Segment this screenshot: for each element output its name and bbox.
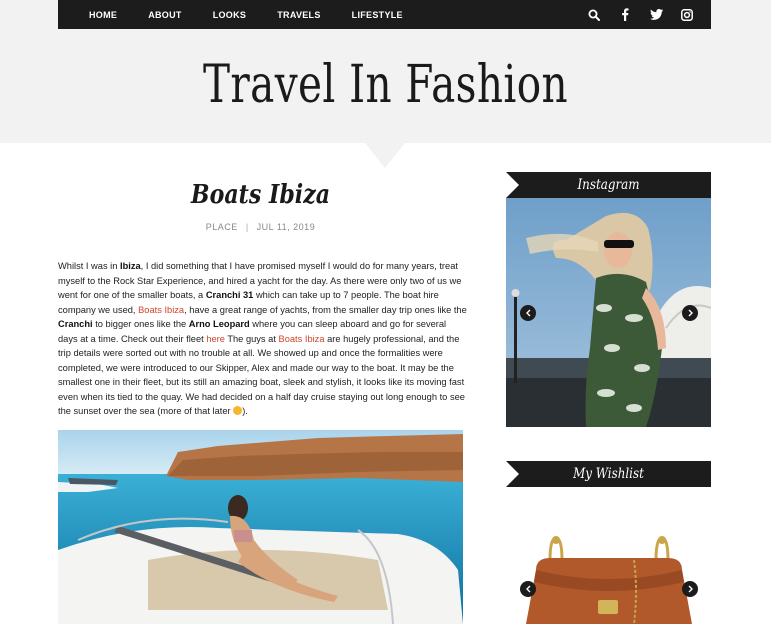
body-text: to bigger ones like the [92,319,189,330]
wishlist-widget-header: My Wishlist [506,461,711,487]
link-here[interactable]: here [206,334,225,344]
nav-travels[interactable]: TRAVELS [277,10,320,20]
link-boats-ibiza[interactable]: Boats Ibiza [138,305,184,315]
body-text: The guys at [224,333,279,344]
link-boats-ibiza[interactable]: Boats Ibiza [279,334,325,344]
facebook-icon[interactable] [618,8,632,22]
instagram-next-button[interactable] [682,305,698,321]
twitter-icon[interactable] [649,8,663,22]
top-nav: HOME ABOUT LOOKS TRAVELS LIFESTYLE [58,0,711,29]
chevron-left-icon [525,309,530,317]
wishlist-next-button[interactable] [682,581,698,597]
site-title[interactable]: Travel In Fashion [85,50,686,120]
nav-looks[interactable]: LOOKS [213,10,247,20]
wishlist-prev-button[interactable] [520,581,536,597]
body-bold-cranchi31: Cranchi 31 [205,290,254,301]
header-notch [365,143,405,168]
instagram-widget-header: Instagram [506,172,711,198]
post-paragraph: Whilst I was in Ibiza, I did something t… [58,259,468,419]
nav-social-icons [587,0,694,29]
search-icon[interactable] [587,8,601,22]
instagram-icon[interactable] [680,8,694,22]
nav-home[interactable]: HOME [89,10,117,20]
ribbon-notch [506,461,519,487]
post-date: JUL 11, 2019 [256,222,316,232]
body-text: , have a great range of yachts, from the… [184,304,467,315]
nav-lifestyle[interactable]: LIFESTYLE [352,10,403,20]
chevron-right-icon [688,309,693,317]
body-bold-arno-leopard: Arno Leopard [188,319,250,330]
body-text: ). [242,406,248,417]
body-text: are hugely professional, and the trip de… [58,333,465,417]
boat-photo[interactable] [58,430,463,624]
wishlist-widget-title: My Wishlist [573,466,644,482]
instagram-photo[interactable] [506,198,711,427]
body-text: Whilst I was in [58,261,120,271]
meta-separator: | [245,222,249,232]
chevron-right-icon [688,585,693,593]
body-bold-ibiza: Ibiza [120,261,141,271]
post-category[interactable]: PLACE [206,222,238,232]
nav-about[interactable]: ABOUT [148,10,182,20]
body-bold-cranchi: Cranchi [58,319,93,330]
instagram-prev-button[interactable] [520,305,536,321]
ribbon-notch [506,172,519,198]
post-title[interactable]: Boats Ibiza [88,180,432,210]
wishlist-product-photo[interactable] [506,500,711,624]
instagram-widget-title: Instagram [577,177,640,193]
post-body: Whilst I was in Ibiza, I did something t… [58,259,468,419]
chevron-left-icon [525,585,530,593]
smiley-emoji-icon [233,406,243,416]
post-meta: PLACE | JUL 11, 2019 [58,222,463,232]
